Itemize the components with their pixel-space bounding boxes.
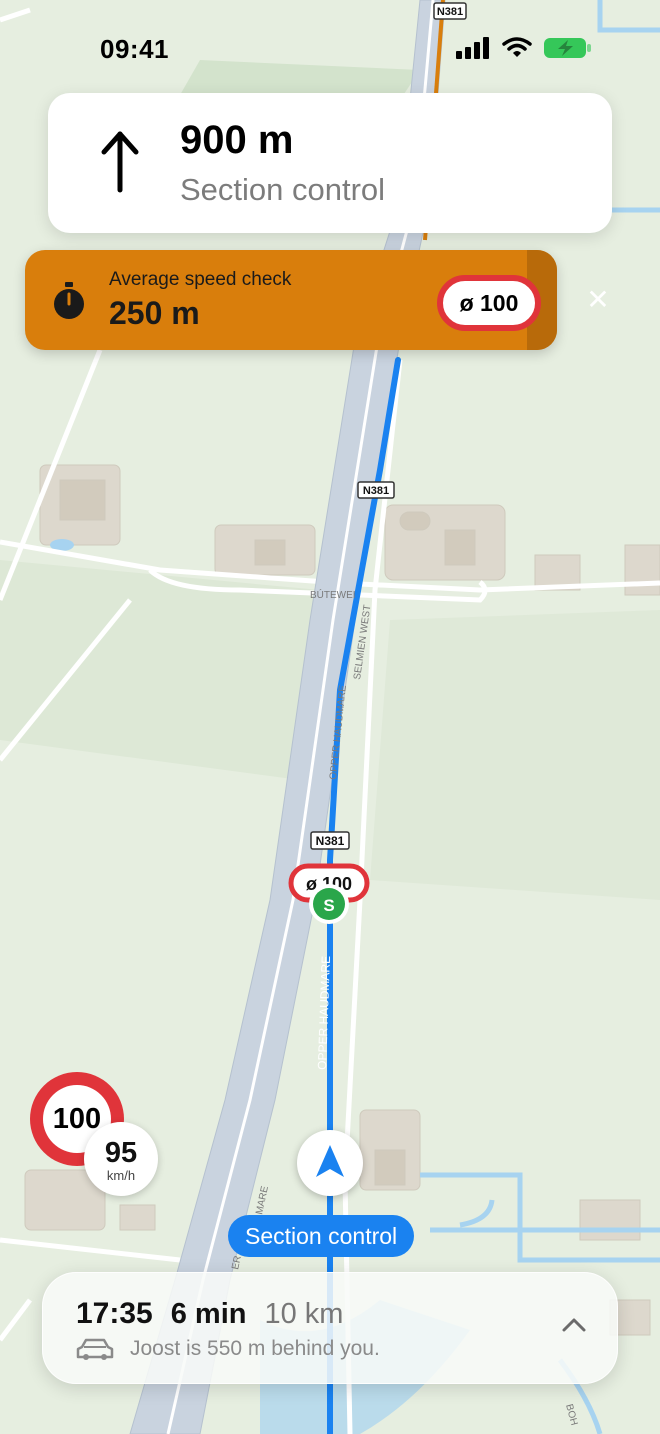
average-speed-check-banner[interactable]: Average speed check 250 m ø 100 [25, 250, 557, 350]
section-start-marker-label: S [323, 896, 334, 915]
navigation-arrow-icon [316, 1145, 344, 1177]
average-speed-limit-sign: ø 100 [437, 275, 541, 331]
wifi-icon [502, 37, 532, 57]
current-speed-value: 95 [104, 1137, 138, 1169]
remaining-distance: 10 km [264, 1298, 344, 1330]
trip-summary-main: 17:35 6 min 10 km [76, 1297, 343, 1331]
current-speed-unit: km/h [106, 1168, 136, 1183]
maneuver-distance: 900 m [180, 118, 294, 162]
car-icon [76, 1338, 114, 1360]
section-start-marker: S [309, 884, 349, 924]
chevron-up-icon[interactable] [561, 1315, 587, 1335]
status-icons [456, 36, 592, 60]
street-label-butewei: BÚTEWEI [310, 588, 356, 601]
road-shield: N381 [357, 481, 395, 499]
speed-check-title: Average speed check [109, 269, 292, 290]
map-field [370, 610, 660, 900]
section-control-label: Section control [228, 1215, 415, 1257]
close-icon[interactable]: ✕ [584, 286, 612, 314]
road-shield-label: N381 [363, 485, 389, 497]
trip-summary-panel[interactable]: 17:35 6 min 10 km Joost is 550 m behind … [42, 1272, 618, 1384]
companion-note: Joost is 550 m behind you. [130, 1337, 380, 1360]
current-position-marker[interactable] [297, 1130, 363, 1196]
stopwatch-icon [54, 282, 84, 319]
speed-check-distance: 250 m [109, 295, 200, 331]
battery-charging-icon [544, 38, 591, 58]
maneuver-instruction: Section control [180, 172, 386, 207]
remaining-duration: 6 min [170, 1298, 247, 1330]
status-time: 09:41 [100, 34, 169, 64]
signal-icon [456, 37, 489, 59]
trip-companion-status: Joost is 550 m behind you. [76, 1337, 380, 1361]
arrival-time: 17:35 [76, 1297, 153, 1330]
current-speed-indicator: 95 km/h [84, 1122, 158, 1196]
road-shield: N381 [310, 831, 350, 850]
arrow-up-icon [101, 131, 139, 193]
road-shield-label: N381 [316, 834, 345, 848]
status-bar: 09:41 [0, 0, 660, 90]
